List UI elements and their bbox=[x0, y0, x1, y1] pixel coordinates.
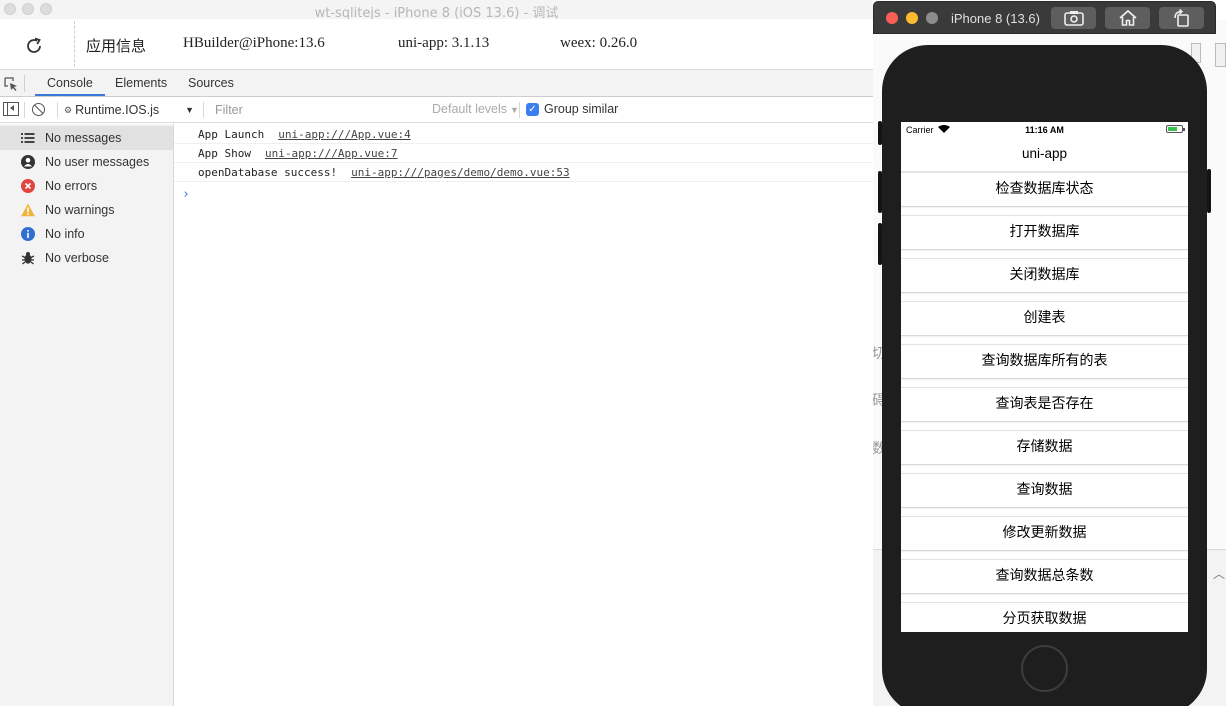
sidebar-item-label: No errors bbox=[45, 179, 98, 193]
paginate-data-button[interactable]: 分页获取数据 bbox=[901, 602, 1188, 632]
home-button[interactable] bbox=[1105, 7, 1150, 29]
background-tab bbox=[1215, 43, 1226, 67]
log-levels-label: Default levels bbox=[432, 102, 508, 116]
inspect-element-icon[interactable] bbox=[3, 76, 19, 92]
device-home-button[interactable] bbox=[1021, 645, 1068, 692]
device-info-bar: 应用信息 HBuilder@iPhone:13.6 uni-app: 3.1.1… bbox=[0, 19, 873, 70]
group-similar-checkbox[interactable]: ✓ bbox=[526, 103, 539, 116]
sidebar-item-label: No messages bbox=[45, 131, 122, 145]
sidebar-item-label: No verbose bbox=[45, 251, 109, 265]
filter-input[interactable] bbox=[209, 100, 425, 120]
simulator-titlebar: iPhone 8 (13.6) bbox=[873, 1, 1216, 34]
mute-switch bbox=[878, 121, 882, 145]
table-exists-button[interactable]: 查询表是否存在 bbox=[901, 387, 1188, 422]
volume-down-button bbox=[878, 223, 882, 265]
status-time: 11:16 AM bbox=[1025, 125, 1064, 135]
rotate-icon bbox=[1173, 9, 1189, 27]
tab-console[interactable]: Console bbox=[35, 70, 105, 96]
rotate-button[interactable] bbox=[1159, 7, 1204, 29]
iphone-device: Carrier 11:16 AM uni-app 检查数据库状态 打开数据库 关… bbox=[878, 45, 1211, 706]
volume-up-button bbox=[878, 171, 882, 213]
sidebar-item-label: No info bbox=[45, 227, 85, 241]
minimize-window-button[interactable] bbox=[906, 12, 918, 24]
log-message: App Show bbox=[198, 147, 251, 160]
sidebar-item-warnings[interactable]: No warnings bbox=[0, 198, 173, 222]
uniapp-version: uni-app: 3.1.13 bbox=[398, 35, 490, 51]
sidebar-item-label: No user messages bbox=[45, 155, 150, 169]
execution-context-select[interactable]: ⚙ Runtime.IOS.js ▼ bbox=[64, 101, 198, 119]
console-log-row: openDatabase success! uni-app:///pages/de… bbox=[174, 163, 873, 182]
camera-icon bbox=[1063, 11, 1084, 26]
screenshot-button[interactable] bbox=[1051, 7, 1096, 29]
chevron-down-icon: ▼ bbox=[185, 105, 194, 115]
console-toolbar: ⚙Runtime.IOS.js ▼ Default levels▼ ✓ Grou… bbox=[0, 97, 873, 123]
info-divider bbox=[74, 21, 75, 67]
log-message: App Launch bbox=[198, 128, 265, 141]
list-icon bbox=[21, 133, 35, 143]
context-gear-icon: ⚙ bbox=[64, 105, 73, 115]
close-window-button[interactable] bbox=[886, 12, 898, 24]
sidebar-toggle-icon[interactable] bbox=[3, 102, 19, 116]
hbuilder-version: HBuilder@iPhone:13.6 bbox=[183, 35, 325, 51]
toolbar-separator bbox=[203, 102, 204, 118]
error-icon bbox=[21, 179, 35, 193]
battery-icon bbox=[1166, 125, 1185, 133]
console-prompt[interactable]: › bbox=[182, 187, 190, 202]
chevron-down-icon: ▼ bbox=[510, 105, 519, 115]
info-icon bbox=[21, 227, 35, 241]
home-icon bbox=[1118, 10, 1137, 26]
user-icon bbox=[21, 155, 35, 169]
log-levels-dropdown[interactable]: Default levels ▼ bbox=[432, 102, 519, 116]
nav-title: uni-app bbox=[1021, 146, 1068, 161]
simulator-title: iPhone 8 (13.6) bbox=[951, 11, 1040, 26]
check-db-status-button[interactable]: 检查数据库状态 bbox=[901, 172, 1188, 207]
query-data-button[interactable]: 查询数据 bbox=[901, 473, 1188, 508]
zoom-window-button[interactable] bbox=[926, 12, 938, 24]
bug-icon bbox=[21, 252, 35, 265]
chevron-up-icon: ︿ bbox=[1213, 567, 1226, 581]
web-inspector-window: wt-sqlitejs - iPhone 8 (iOS 13.6) - 调试 应… bbox=[0, 0, 873, 706]
create-table-button[interactable]: 创建表 bbox=[901, 301, 1188, 336]
refresh-button[interactable] bbox=[22, 34, 46, 58]
console-sidebar: No messages No user messages No errors N… bbox=[0, 124, 174, 706]
tab-elements[interactable]: Elements bbox=[103, 70, 179, 96]
log-source-link[interactable]: uni-app:///App.vue:7 bbox=[265, 147, 397, 160]
log-message: openDatabase success! bbox=[198, 166, 338, 179]
console-output: App Launch uni-app:///App.vue:4 App Show u… bbox=[174, 124, 873, 706]
log-source-link[interactable]: uni-app:///App.vue:4 bbox=[278, 128, 410, 141]
open-db-button[interactable]: 打开数据库 bbox=[901, 215, 1188, 250]
window-titlebar: wt-sqlitejs - iPhone 8 (iOS 13.6) - 调试 bbox=[0, 0, 873, 21]
refresh-icon bbox=[27, 37, 41, 53]
tab-sources[interactable]: Sources bbox=[176, 70, 246, 96]
list-tables-button[interactable]: 查询数据库所有的表 bbox=[901, 344, 1188, 379]
tabs-divider bbox=[24, 75, 25, 92]
tab-bar: Console Elements Sources bbox=[0, 70, 873, 97]
close-db-button[interactable]: 关闭数据库 bbox=[901, 258, 1188, 293]
sidebar-item-user-messages[interactable]: No user messages bbox=[0, 150, 173, 174]
sidebar-item-messages[interactable]: No messages bbox=[0, 126, 173, 150]
sidebar-item-label: No warnings bbox=[45, 203, 115, 217]
toolbar-separator bbox=[24, 102, 25, 118]
device-screen: Carrier 11:16 AM uni-app 检查数据库状态 打开数据库 关… bbox=[901, 122, 1188, 632]
clear-console-icon[interactable] bbox=[32, 103, 45, 116]
store-data-button[interactable]: 存储数据 bbox=[901, 430, 1188, 465]
toolbar-separator bbox=[519, 102, 520, 118]
console-log-row: App Launch uni-app:///App.vue:4 bbox=[174, 125, 873, 144]
power-button bbox=[1207, 169, 1211, 213]
count-data-button[interactable]: 查询数据总条数 bbox=[901, 559, 1188, 594]
group-similar-label: Group similar bbox=[544, 102, 619, 116]
update-data-button[interactable]: 修改更新数据 bbox=[901, 516, 1188, 551]
ios-simulator: 切 碍 数 ︿ iPhone 8 (13.6) Carrier 11:16 AM… bbox=[873, 0, 1226, 706]
ios-status-bar: Carrier 11:16 AM bbox=[901, 122, 1188, 137]
console-log-row: App Show uni-app:///App.vue:7 bbox=[174, 144, 873, 163]
sidebar-item-info[interactable]: No info bbox=[0, 222, 173, 246]
weex-version: weex: 0.26.0 bbox=[560, 35, 638, 51]
app-info-label[interactable]: 应用信息 bbox=[86, 35, 146, 56]
execution-context-value: Runtime.IOS.js bbox=[75, 103, 160, 117]
sidebar-item-errors[interactable]: No errors bbox=[0, 174, 173, 198]
warning-icon bbox=[21, 203, 35, 217]
toolbar-separator bbox=[57, 102, 58, 118]
sidebar-item-verbose[interactable]: No verbose bbox=[0, 246, 173, 270]
log-source-link[interactable]: uni-app:///pages/demo/demo.vue:53 bbox=[351, 166, 570, 179]
